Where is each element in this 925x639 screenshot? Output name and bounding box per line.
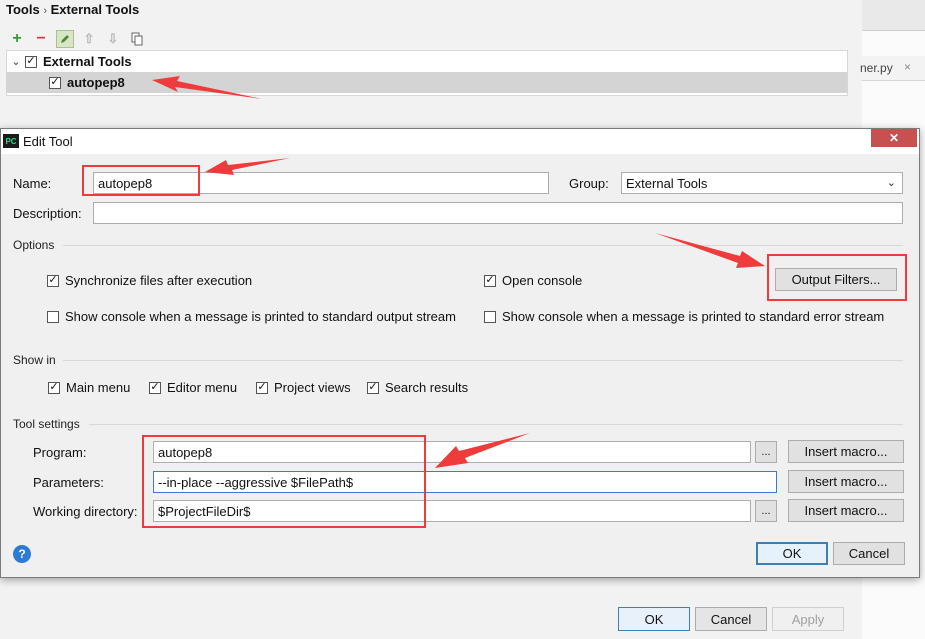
annotation-box-name <box>82 165 200 196</box>
group-label: Group: <box>569 176 609 191</box>
show-console-stdout-label: Show console when a message is printed t… <box>65 309 456 324</box>
move-down-icon[interactable]: ⇩ <box>104 30 122 48</box>
checkmark-icon: ✓ <box>49 381 59 393</box>
dialog-titlebar[interactable] <box>1 129 919 154</box>
show-in-separator <box>63 360 903 361</box>
tree-group-row[interactable]: ⌄ ✓ External Tools <box>7 51 847 72</box>
search-results-checkbox[interactable]: ✓ Search results <box>367 380 468 395</box>
pycharm-icon: PC <box>3 134 19 148</box>
tool-settings-section-title: Tool settings <box>13 417 80 431</box>
show-console-stderr-label: Show console when a message is printed t… <box>502 309 885 324</box>
main-menu-label: Main menu <box>66 380 131 395</box>
checkmark-icon: ✓ <box>48 274 58 286</box>
parameters-label: Parameters: <box>33 475 104 490</box>
tree-item-label: autopep8 <box>67 75 125 90</box>
checkmark-icon: ✓ <box>368 381 378 393</box>
program-insert-macro-button[interactable]: Insert macro... <box>788 440 904 463</box>
settings-cancel-button[interactable]: Cancel <box>695 607 767 631</box>
expand-icon[interactable]: ⌄ <box>7 55 25 68</box>
main-menu-checkbox[interactable]: ✓ Main menu <box>48 380 130 395</box>
copy-icon[interactable] <box>128 30 146 48</box>
program-browse-button[interactable]: ... <box>755 441 777 463</box>
program-label: Program: <box>33 445 87 460</box>
tree-group-label: External Tools <box>43 54 132 69</box>
sync-files-label: Synchronize files after execution <box>65 273 253 288</box>
editor-menu-label: Editor menu <box>167 380 238 395</box>
edit-icon[interactable] <box>56 30 74 48</box>
close-button[interactable]: ✕ <box>871 129 917 147</box>
close-icon: ✕ <box>888 131 900 145</box>
breadcrumb-root[interactable]: Tools <box>6 2 40 17</box>
show-in-section-title: Show in <box>13 353 56 367</box>
settings-apply-button[interactable]: Apply <box>772 607 844 631</box>
dialog-title: Edit Tool <box>23 134 73 149</box>
tool-settings-separator <box>89 424 903 425</box>
editor-menu-checkbox[interactable]: ✓ Editor menu <box>149 380 237 395</box>
annotation-box-output-filters <box>767 254 907 301</box>
editor-tab[interactable]: ner.py × <box>860 56 925 81</box>
tree-item-row[interactable]: ✓ autopep8 <box>7 72 847 93</box>
name-label: Name: <box>13 176 52 191</box>
checkmark-icon: ✓ <box>257 381 267 393</box>
open-console-checkbox[interactable]: ✓ Open console <box>484 273 582 288</box>
editor-toolbar <box>862 0 925 31</box>
project-views-label: Project views <box>274 380 351 395</box>
chevron-down-icon: ⌄ <box>886 177 896 189</box>
checkmark-icon: ✓ <box>150 381 160 393</box>
close-icon[interactable]: × <box>904 60 911 74</box>
tools-toolbar: + − ⇧ ⇩ <box>8 29 146 49</box>
options-separator <box>63 245 903 246</box>
checkmark-icon: ✓ <box>50 76 60 88</box>
group-select[interactable]: External Tools ⌄ <box>621 172 903 194</box>
workdir-label: Working directory: <box>33 504 138 519</box>
description-label: Description: <box>13 206 82 221</box>
show-console-stdout-checkbox[interactable]: Show console when a message is printed t… <box>47 309 456 324</box>
remove-icon[interactable]: − <box>32 30 50 48</box>
tools-tree: ⌄ ✓ External Tools ✓ autopep8 <box>6 50 848 96</box>
editor-tab-label: ner.py <box>860 61 893 75</box>
help-icon[interactable]: ? <box>13 545 31 563</box>
group-select-value: External Tools <box>626 176 708 191</box>
add-icon[interactable]: + <box>8 30 26 48</box>
settings-ok-button[interactable]: OK <box>618 607 690 631</box>
description-input[interactable] <box>93 202 903 224</box>
search-results-label: Search results <box>385 380 469 395</box>
ok-button[interactable]: OK <box>756 542 828 565</box>
project-views-checkbox[interactable]: ✓ Project views <box>256 380 351 395</box>
parameters-insert-macro-button[interactable]: Insert macro... <box>788 470 904 493</box>
breadcrumb-leaf: External Tools <box>50 2 140 17</box>
workdir-browse-button[interactable]: ... <box>755 500 777 522</box>
annotation-box-tool-settings <box>142 435 426 528</box>
checkmark-icon: ✓ <box>485 274 495 286</box>
breadcrumb: Tools › External Tools <box>6 2 139 17</box>
open-console-label: Open console <box>502 273 583 288</box>
show-console-stderr-checkbox[interactable]: Show console when a message is printed t… <box>484 309 884 324</box>
sync-files-checkbox[interactable]: ✓ Synchronize files after execution <box>47 273 252 288</box>
group-checkbox[interactable]: ✓ <box>25 55 37 68</box>
item-checkbox[interactable]: ✓ <box>49 76 61 89</box>
checkmark-icon: ✓ <box>26 55 36 67</box>
workdir-insert-macro-button[interactable]: Insert macro... <box>788 499 904 522</box>
options-section-title: Options <box>13 238 55 252</box>
cancel-button[interactable]: Cancel <box>833 542 905 565</box>
breadcrumb-separator: › <box>43 5 47 17</box>
move-up-icon[interactable]: ⇧ <box>80 30 98 48</box>
